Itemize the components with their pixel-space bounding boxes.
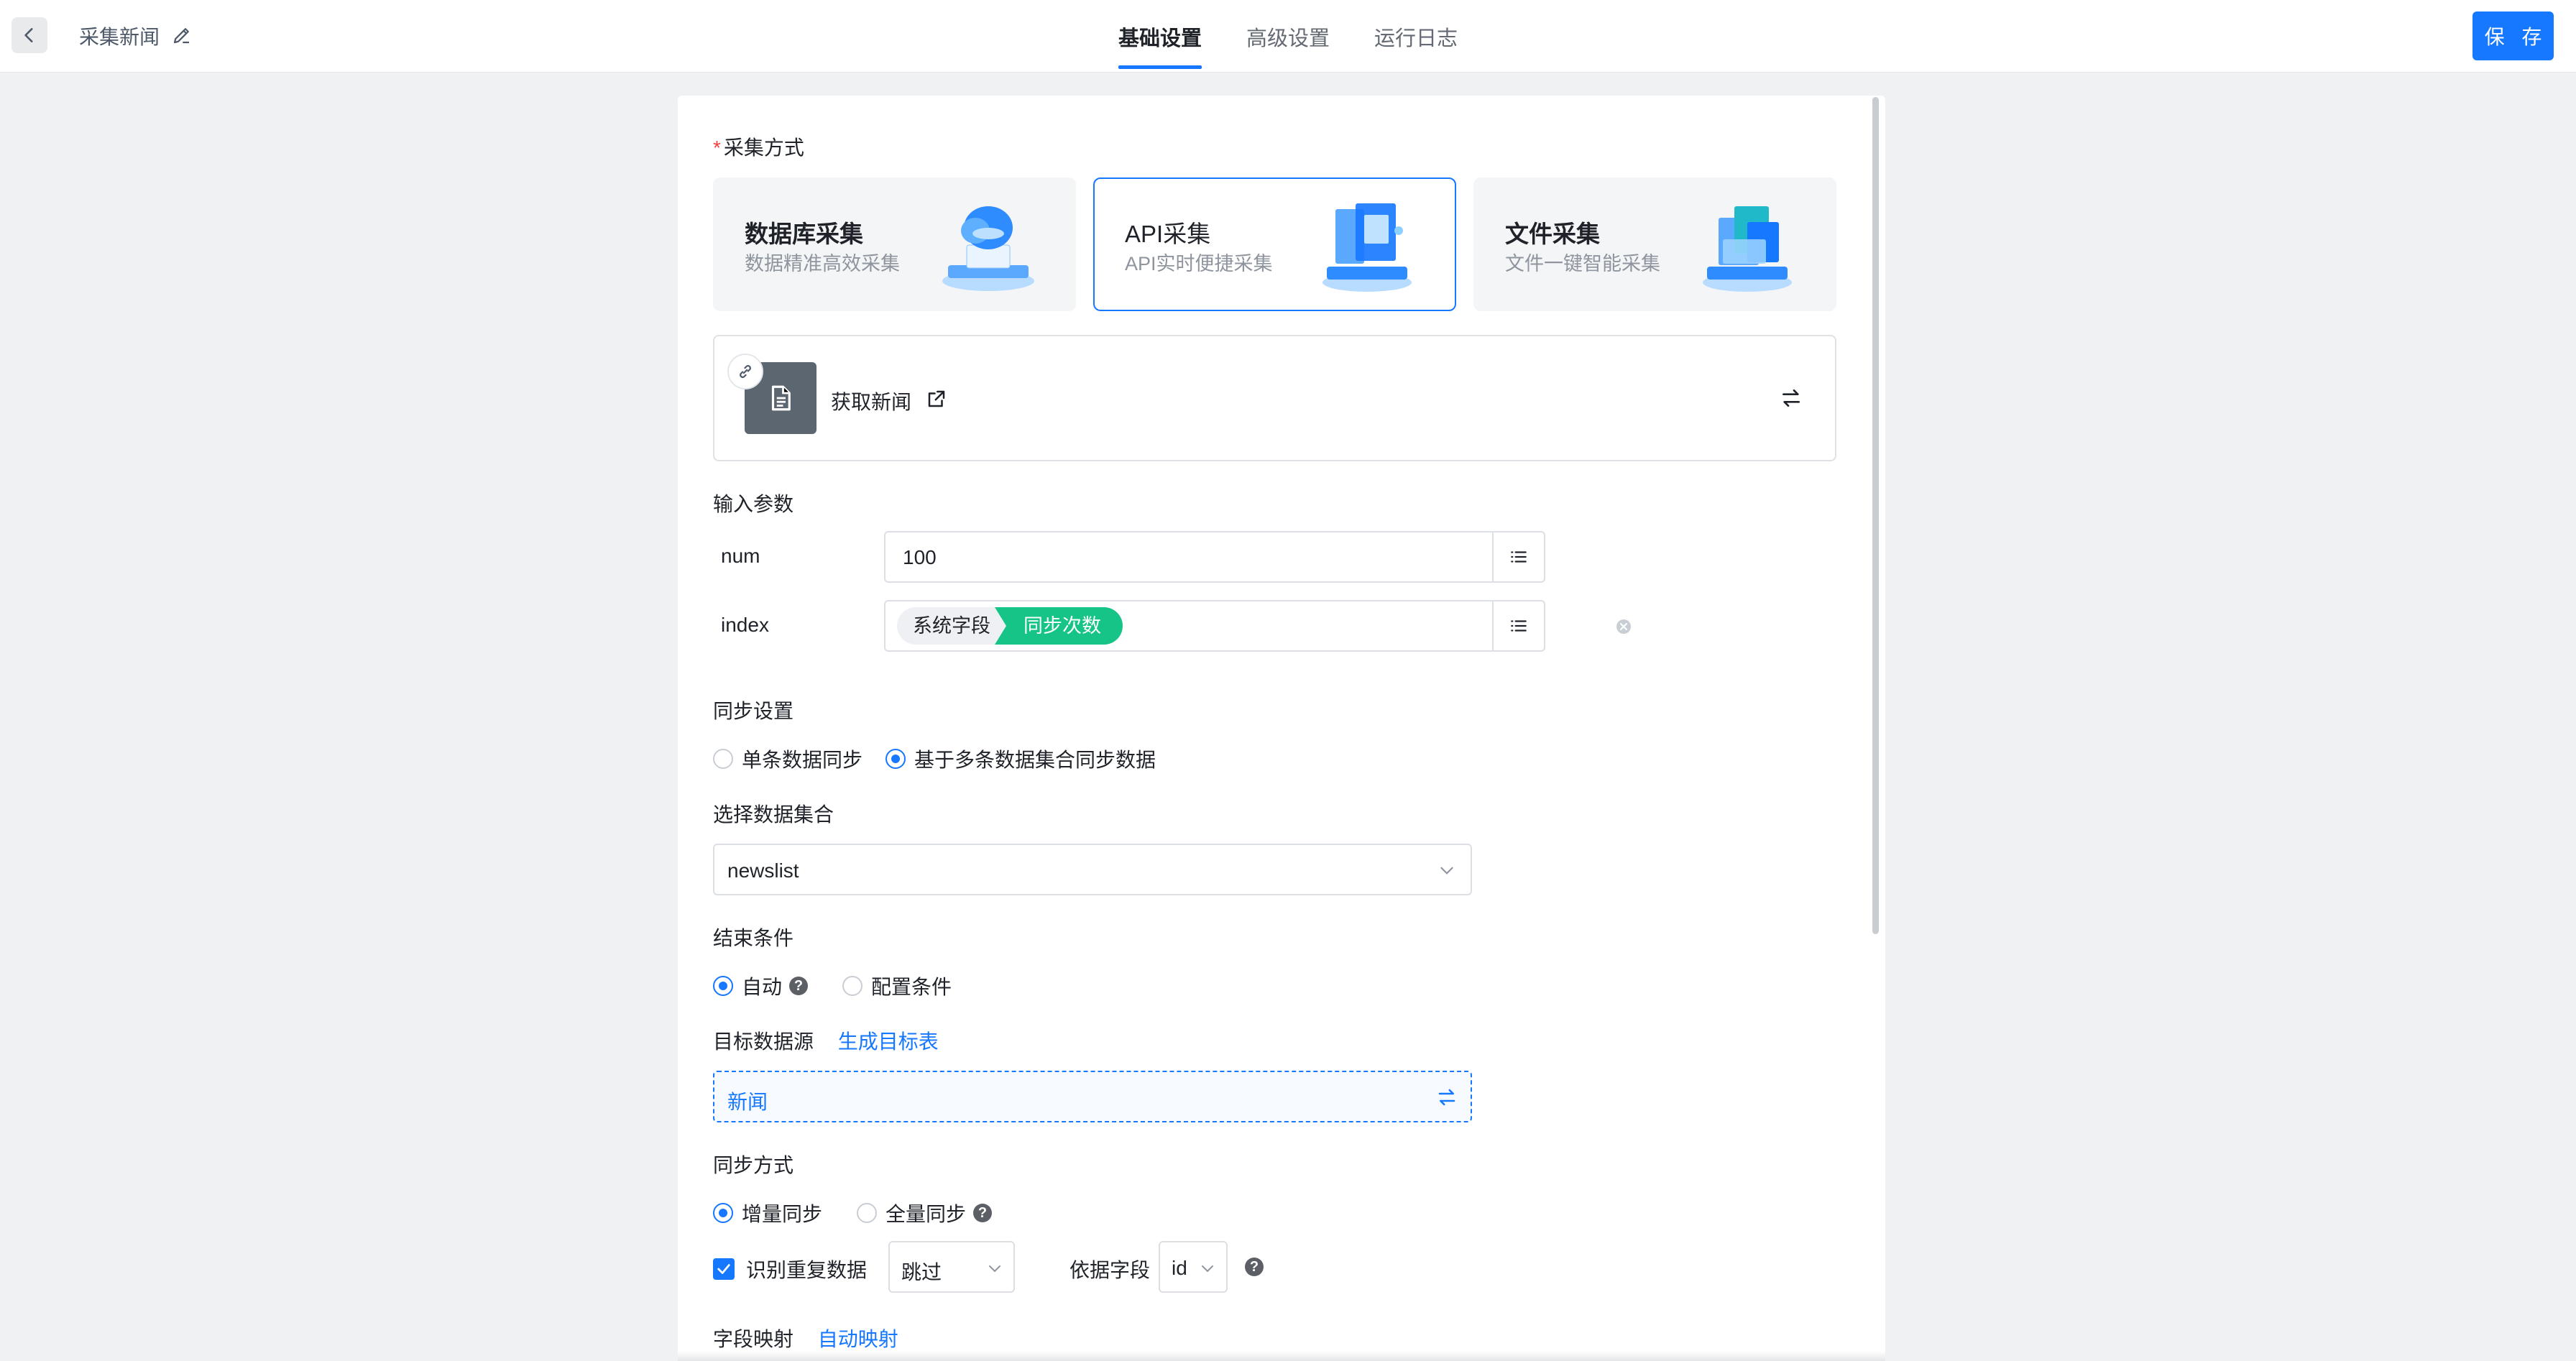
help-icon[interactable]: ? [789, 977, 809, 995]
field-mapping-label: 字段映射 自动映射 [713, 1324, 898, 1352]
radio-single-sync[interactable]: 单条数据同步 [713, 744, 862, 773]
param-value-num: 100 [903, 546, 937, 568]
list-icon [1511, 620, 1527, 632]
dedup-checkbox-row[interactable]: 识别重复数据 [713, 1255, 867, 1283]
dedup-field-select[interactable]: id [1159, 1241, 1228, 1293]
radio-incremental-sync[interactable]: 增量同步 [713, 1199, 822, 1227]
top-bar: 采集新闻 基础设置 高级设置 运行日志 保 存 [0, 0, 2576, 73]
radio-label: 单条数据同步 [742, 749, 863, 771]
card-title: API采集 [1125, 221, 1211, 247]
param-input-index[interactable]: 系统字段 同步次数 [884, 600, 1631, 652]
param-num-list-button[interactable] [1492, 532, 1544, 581]
dedup-action-select[interactable]: 跳过 [888, 1241, 1015, 1293]
dedup-checkbox[interactable] [713, 1258, 735, 1280]
method-card-api[interactable]: API采集 API实时便捷采集 [1093, 177, 1456, 311]
clear-icon[interactable] [1615, 618, 1632, 635]
radio-end-auto[interactable]: 自动 ? [713, 972, 809, 1000]
help-icon[interactable]: ? [1245, 1258, 1264, 1276]
radio-batch-sync[interactable]: 基于多条数据集合同步数据 [886, 744, 1156, 773]
radio-label: 自动 [742, 976, 783, 998]
api-name: 获取新闻 [831, 391, 912, 413]
link-icon [740, 365, 751, 378]
check-icon [717, 1264, 730, 1274]
chevron-down-icon [1440, 867, 1453, 875]
by-field-label: 依据字段 [1070, 1259, 1151, 1281]
scrollbar[interactable] [1872, 97, 1879, 934]
save-button[interactable]: 保 存 [2472, 11, 2554, 60]
dedup-label: 识别重复数据 [746, 1259, 868, 1281]
tab-advanced-settings[interactable]: 高级设置 [1246, 0, 1330, 69]
card-title: 数据库采集 [745, 221, 863, 247]
radio-label: 配置条件 [871, 976, 952, 998]
field-mapping-text: 字段映射 [713, 1328, 794, 1350]
param-name-index: index [721, 614, 769, 636]
swap-icon[interactable] [1780, 387, 1803, 410]
radio-button[interactable] [713, 749, 733, 769]
target-datasource-select[interactable]: 新闻 [713, 1071, 1472, 1122]
help-icon[interactable]: ? [973, 1204, 993, 1222]
chevron-down-icon [1202, 1265, 1213, 1273]
radio-end-config[interactable]: 配置条件 [842, 972, 952, 1000]
back-button[interactable] [12, 17, 47, 53]
param-input-num[interactable]: 100 [884, 531, 1545, 583]
chevron-down-icon [989, 1265, 1000, 1273]
link-badge [727, 354, 763, 389]
sync-count-tag: 同步次数 [995, 607, 1123, 645]
api-server-icon [1322, 203, 1412, 292]
card-subtitle: 数据精准高效采集 [745, 253, 900, 274]
document-icon [771, 385, 791, 411]
card-subtitle: API实时便捷采集 [1125, 253, 1273, 274]
bottom-fade [678, 1351, 1885, 1361]
dataset-label: 选择数据集合 [713, 803, 834, 826]
target-label-text: 目标数据源 [713, 1030, 814, 1053]
tab-bar: 基础设置 高级设置 运行日志 [1118, 0, 1458, 73]
card-title: 文件采集 [1505, 221, 1600, 247]
back-arrow-icon [24, 28, 33, 42]
auto-mapping-link[interactable]: 自动映射 [818, 1328, 898, 1350]
param-name-num: num [721, 545, 760, 567]
swap-icon[interactable] [1436, 1087, 1458, 1108]
target-datasource-label: 目标数据源 生成目标表 [713, 1026, 939, 1055]
card-subtitle: 文件一键智能采集 [1505, 253, 1660, 274]
database-cloud-icon [942, 206, 1034, 291]
radio-full-sync[interactable]: 全量同步 ? [857, 1199, 993, 1227]
api-selection-box: 获取新闻 [713, 335, 1836, 461]
radio-button[interactable] [842, 976, 862, 996]
sync-settings-label: 同步设置 [713, 700, 794, 722]
radio-button[interactable] [886, 749, 906, 769]
radio-label: 基于多条数据集合同步数据 [914, 749, 1156, 771]
method-card-database[interactable]: 数据库采集 数据精准高效采集 [713, 177, 1076, 311]
param-index-list-button[interactable] [1492, 601, 1544, 650]
generate-target-table-link[interactable]: 生成目标表 [838, 1030, 939, 1053]
dataset-select[interactable]: newslist [713, 844, 1472, 895]
dedup-field-value: id [1172, 1257, 1187, 1279]
sync-mode-label: 同步方式 [713, 1154, 794, 1176]
tab-run-log[interactable]: 运行日志 [1374, 0, 1458, 69]
external-link-icon[interactable] [926, 388, 947, 410]
dataset-value: newslist [727, 859, 799, 882]
method-label: * 采集方式 [713, 132, 804, 161]
file-folder-icon [1703, 206, 1792, 292]
radio-button[interactable] [857, 1203, 877, 1223]
end-condition-label: 结束条件 [713, 927, 794, 949]
edit-icon[interactable] [171, 24, 193, 46]
dedup-action-value: 跳过 [901, 1261, 942, 1283]
target-value: 新闻 [727, 1091, 768, 1113]
radio-label: 增量同步 [742, 1203, 823, 1225]
radio-button[interactable] [713, 1203, 733, 1223]
input-params-label: 输入参数 [713, 493, 794, 515]
tab-basic-settings[interactable]: 基础设置 [1118, 0, 1202, 69]
radio-button[interactable] [713, 976, 733, 996]
page-title: 采集新闻 [79, 26, 160, 48]
list-icon [1511, 551, 1527, 563]
required-mark: * [713, 137, 721, 159]
method-card-file[interactable]: 文件采集 文件一键智能采集 [1473, 177, 1836, 311]
radio-label: 全量同步 [886, 1203, 967, 1225]
method-label-text: 采集方式 [723, 137, 804, 159]
